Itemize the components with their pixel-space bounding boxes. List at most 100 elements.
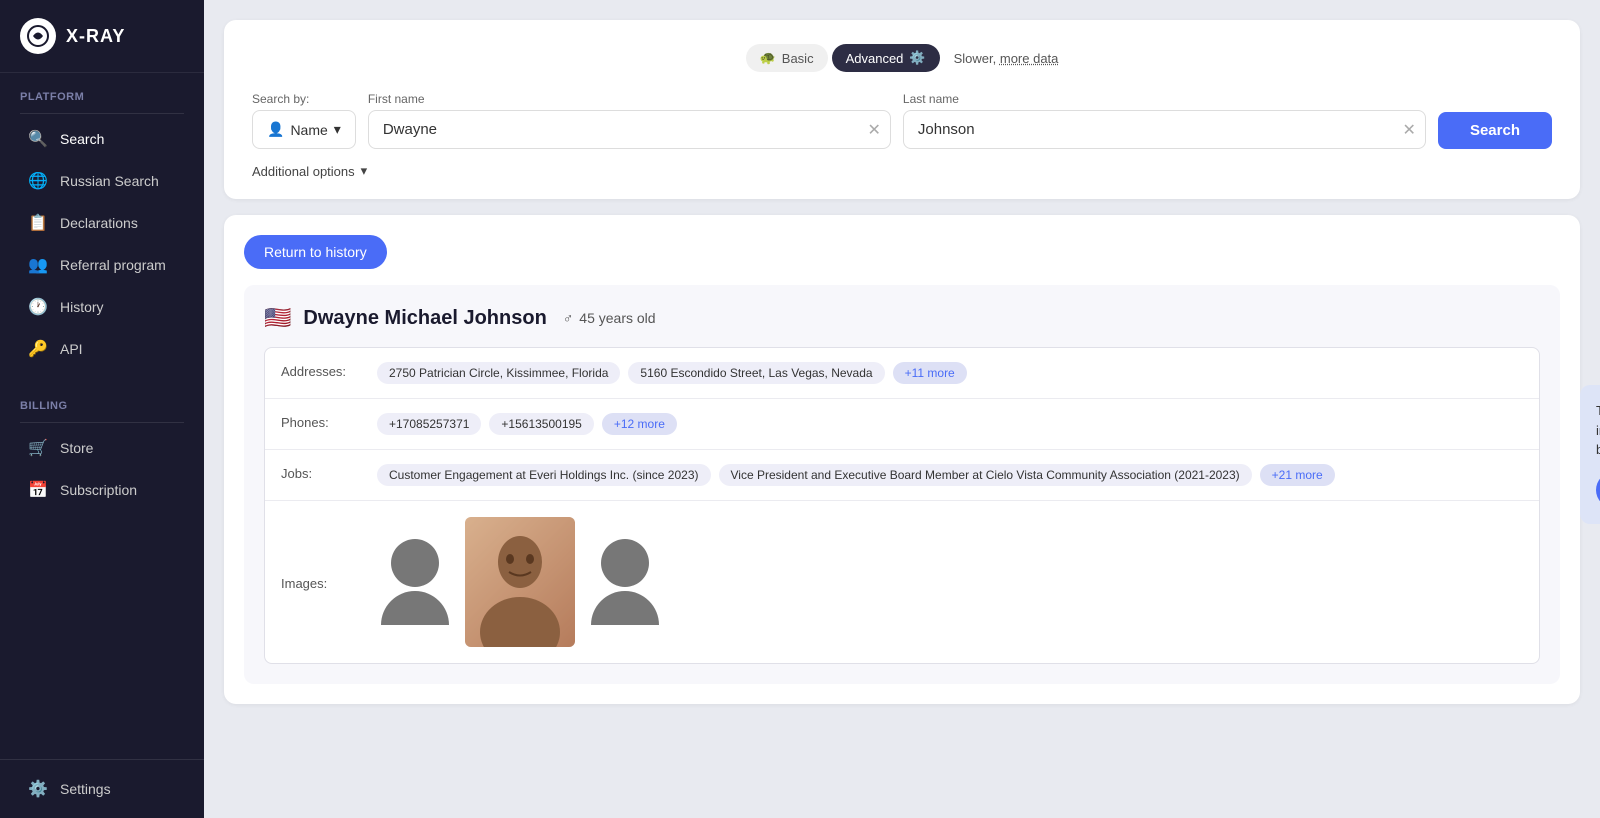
settings-icon: ⚙️ bbox=[28, 779, 48, 799]
phone-tag-1: +15613500195 bbox=[489, 413, 593, 435]
sidebar-item-store[interactable]: 🛒 Store bbox=[8, 428, 196, 468]
first-name-input[interactable] bbox=[368, 110, 891, 149]
address-tag-1: 5160 Escondido Street, Las Vegas, Nevada bbox=[628, 362, 884, 384]
store-icon: 🛒 bbox=[28, 438, 48, 458]
sidebar-item-api-label: API bbox=[60, 341, 83, 357]
avatar-head-1 bbox=[391, 539, 439, 587]
profile-name: Dwayne Michael Johnson bbox=[303, 307, 546, 330]
sidebar-item-referral[interactable]: 👥 Referral program bbox=[8, 245, 196, 285]
sidebar-item-subscription-label: Subscription bbox=[60, 482, 137, 498]
basic-label: Basic bbox=[782, 51, 814, 66]
phones-tags: +17085257371 +15613500195 +12 more bbox=[377, 413, 677, 435]
search-by-value: Name bbox=[290, 122, 327, 138]
results-wrapper: 🇺🇸 Dwayne Michael Johnson ♂ 45 years old… bbox=[244, 285, 1560, 684]
search-icon: 🔍 bbox=[28, 129, 48, 149]
search-by-field: Search by: 👤 Name ▾ bbox=[252, 92, 356, 149]
tooltip-text: The displayed data is incomplete, click … bbox=[1596, 403, 1600, 457]
basic-icon: 🐢 bbox=[760, 50, 776, 66]
sidebar-item-subscription[interactable]: 📅 Subscription bbox=[8, 470, 196, 510]
flag-icon: 🇺🇸 bbox=[264, 305, 291, 331]
first-name-clear-button[interactable]: ✕ bbox=[867, 120, 880, 140]
avatar-body-1 bbox=[381, 591, 449, 625]
platform-label: Platform bbox=[0, 73, 204, 109]
profile-fields: Addresses: 2750 Patrician Circle, Kissim… bbox=[264, 347, 1540, 664]
image-placeholder-2 bbox=[591, 539, 659, 625]
additional-options-label: Additional options bbox=[252, 164, 355, 179]
basic-mode-button[interactable]: 🐢 Basic bbox=[746, 44, 828, 72]
sidebar-bottom: ⚙️ Settings bbox=[0, 759, 204, 818]
sidebar-item-declarations[interactable]: 📋 Declarations bbox=[8, 203, 196, 243]
sidebar-item-store-label: Store bbox=[60, 440, 93, 456]
person-icon: 👤 bbox=[267, 121, 284, 138]
phone-tag-0: +17085257371 bbox=[377, 413, 481, 435]
sidebar-item-api[interactable]: 🔑 API bbox=[8, 329, 196, 369]
first-name-field: First name ✕ bbox=[368, 92, 891, 149]
referral-icon: 👥 bbox=[28, 255, 48, 275]
last-name-field: Last name ✕ bbox=[903, 92, 1426, 149]
api-icon: 🔑 bbox=[28, 339, 48, 359]
advanced-mode-button[interactable]: Advanced ⚙️ bbox=[832, 44, 940, 72]
first-name-wrapper: ✕ bbox=[368, 110, 891, 149]
mode-toggle: 🐢 Basic Advanced ⚙️ Slower, more data bbox=[252, 44, 1552, 72]
search-by-button[interactable]: 👤 Name ▾ bbox=[252, 110, 356, 149]
phones-label: Phones: bbox=[281, 413, 361, 430]
logo-text: X-RAY bbox=[66, 26, 125, 47]
sidebar-item-search[interactable]: 🔍 Search bbox=[8, 119, 196, 159]
jobs-row: Jobs: Customer Engagement at Everi Holdi… bbox=[265, 450, 1539, 501]
address-tag-0: 2750 Patrician Circle, Kissimmee, Florid… bbox=[377, 362, 620, 384]
images-container bbox=[381, 517, 659, 647]
phones-row: Phones: +17085257371 +15613500195 +12 mo… bbox=[265, 399, 1539, 450]
subscription-icon: 📅 bbox=[28, 480, 48, 500]
search-row: Search by: 👤 Name ▾ First name ✕ Last na… bbox=[252, 92, 1552, 149]
sidebar-item-settings-label: Settings bbox=[60, 781, 111, 797]
incomplete-data-tooltip: The displayed data is incomplete, click … bbox=[1580, 385, 1600, 524]
addresses-row: Addresses: 2750 Patrician Circle, Kissim… bbox=[265, 348, 1539, 399]
sidebar: X-RAY Platform 🔍 Search 🌐 Russian Search… bbox=[0, 0, 204, 818]
addresses-tags: 2750 Patrician Circle, Kissimmee, Florid… bbox=[377, 362, 967, 384]
profile-card: 🇺🇸 Dwayne Michael Johnson ♂ 45 years old… bbox=[244, 285, 1560, 684]
addresses-label: Addresses: bbox=[281, 362, 361, 379]
image-placeholder-1 bbox=[381, 539, 449, 625]
job-tag-1: Vice President and Executive Board Membe… bbox=[719, 464, 1252, 486]
phones-more[interactable]: +12 more bbox=[602, 413, 677, 435]
main-content: 🐢 Basic Advanced ⚙️ Slower, more data Se… bbox=[204, 0, 1600, 818]
logo-icon bbox=[20, 18, 56, 54]
declarations-icon: 📋 bbox=[28, 213, 48, 233]
job-tag-0: Customer Engagement at Everi Holdings In… bbox=[377, 464, 711, 486]
last-name-clear-button[interactable]: ✕ bbox=[1403, 120, 1416, 140]
sidebar-item-search-label: Search bbox=[60, 131, 104, 147]
first-name-label: First name bbox=[368, 92, 891, 106]
jobs-more[interactable]: +21 more bbox=[1260, 464, 1335, 486]
search-card: 🐢 Basic Advanced ⚙️ Slower, more data Se… bbox=[224, 20, 1580, 199]
profile-meta: ♂ 45 years old bbox=[563, 310, 656, 326]
additional-options[interactable]: Additional options ▾ bbox=[252, 163, 1552, 179]
logo-area: X-RAY bbox=[0, 0, 204, 73]
sidebar-item-referral-label: Referral program bbox=[60, 257, 166, 273]
last-name-input[interactable] bbox=[903, 110, 1426, 149]
mode-note: Slower, more data bbox=[954, 51, 1059, 66]
advanced-label: Advanced bbox=[846, 51, 904, 66]
chevron-down-icon: ▾ bbox=[334, 121, 341, 138]
results-card: Return to history 🇺🇸 Dwayne Michael John… bbox=[224, 215, 1580, 704]
gender-icon: ♂ bbox=[563, 310, 574, 326]
search-full-profile-button[interactable]: Search full profile bbox=[1596, 472, 1600, 508]
avatar-head-2 bbox=[601, 539, 649, 587]
sidebar-item-history[interactable]: 🕐 History bbox=[8, 287, 196, 327]
chevron-down-icon: ▾ bbox=[361, 163, 368, 179]
images-label: Images: bbox=[281, 574, 361, 591]
sidebar-item-russian-search[interactable]: 🌐 Russian Search bbox=[8, 161, 196, 201]
sidebar-item-russian-search-label: Russian Search bbox=[60, 173, 159, 189]
search-by-label: Search by: bbox=[252, 92, 356, 106]
profile-age: 45 years old bbox=[579, 310, 655, 326]
platform-divider bbox=[20, 113, 184, 114]
profile-header: 🇺🇸 Dwayne Michael Johnson ♂ 45 years old bbox=[264, 305, 1540, 331]
return-to-history-button[interactable]: Return to history bbox=[244, 235, 387, 269]
search-button[interactable]: Search bbox=[1438, 112, 1552, 149]
images-row: Images: bbox=[265, 501, 1539, 663]
billing-divider bbox=[20, 422, 184, 423]
sidebar-item-declarations-label: Declarations bbox=[60, 215, 138, 231]
billing-label: Billing bbox=[0, 382, 204, 418]
sidebar-item-settings[interactable]: ⚙️ Settings bbox=[8, 769, 196, 809]
history-icon: 🕐 bbox=[28, 297, 48, 317]
addresses-more[interactable]: +11 more bbox=[893, 362, 967, 384]
